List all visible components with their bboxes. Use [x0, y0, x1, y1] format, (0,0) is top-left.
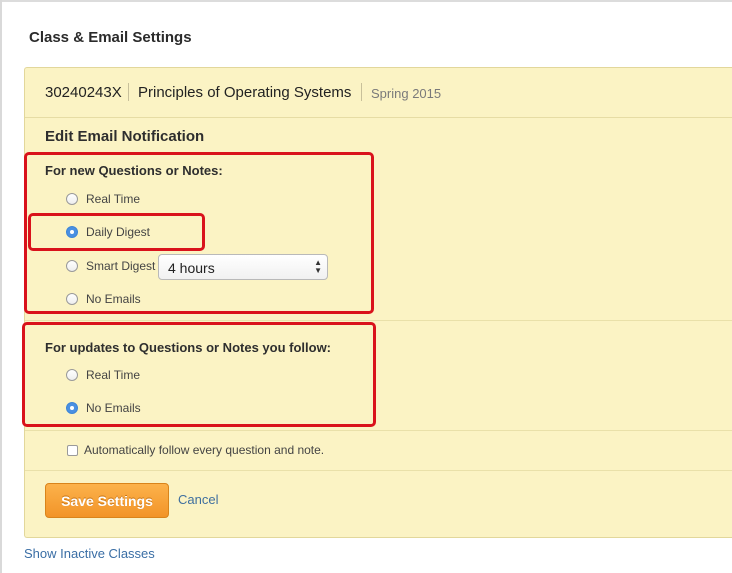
cancel-link[interactable]: Cancel — [178, 492, 218, 507]
class-name: Principles of Operating Systems — [138, 84, 352, 101]
window-top-border — [0, 0, 732, 2]
email-notification-heading: Edit Email Notification — [45, 128, 205, 145]
auto-follow-checkbox[interactable] — [67, 444, 78, 456]
class-term: Spring 2015 — [371, 86, 442, 101]
section-divider — [25, 320, 732, 321]
annotation-highlight-followed-updates — [22, 322, 376, 427]
header-separator — [128, 83, 129, 101]
annotation-highlight-daily-digest — [28, 213, 205, 251]
auto-follow-label: Automatically follow every question and … — [84, 443, 325, 457]
section-divider — [25, 430, 732, 431]
show-inactive-classes-link[interactable]: Show Inactive Classes — [24, 546, 155, 561]
save-settings-button[interactable]: Save Settings — [45, 483, 169, 518]
class-code: 30240243X — [45, 84, 122, 101]
header-separator — [361, 83, 362, 101]
auto-follow-option[interactable]: Automatically follow every question and … — [67, 443, 324, 457]
page-title: Class & Email Settings — [29, 29, 192, 46]
window-left-border — [0, 0, 2, 573]
class-header: 30240243X Principles of Operating System… — [25, 68, 732, 118]
section-divider — [25, 470, 732, 471]
